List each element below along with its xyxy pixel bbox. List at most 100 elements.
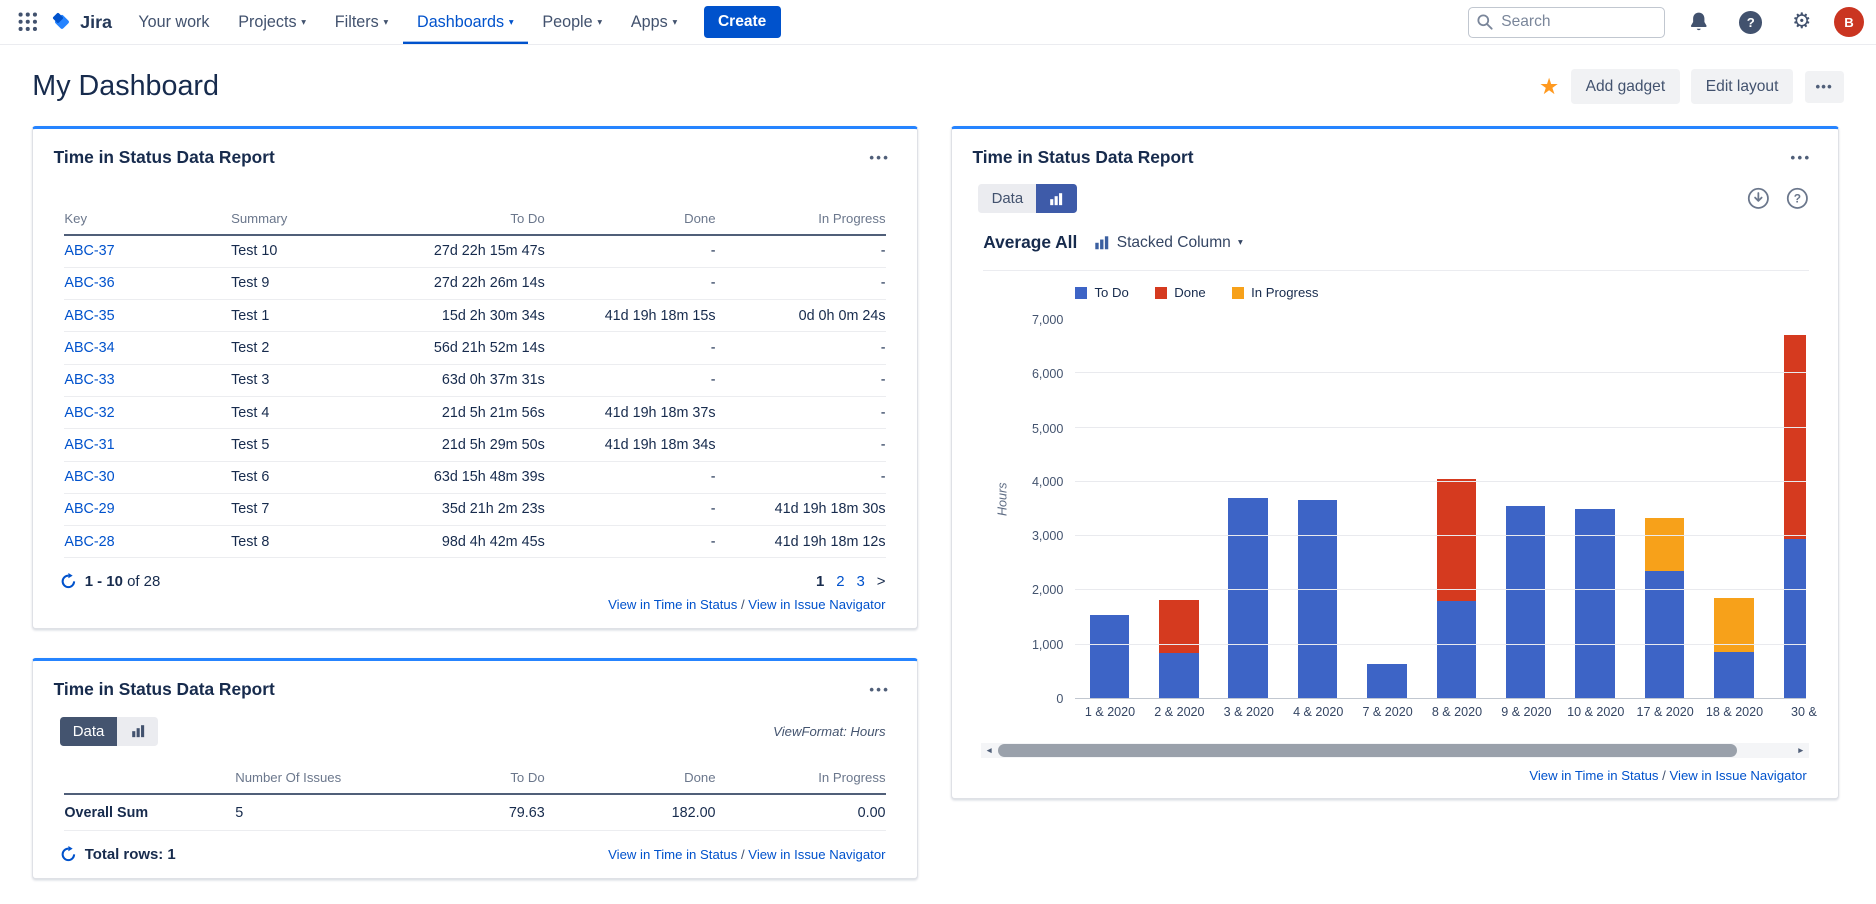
edit-layout-button[interactable]: Edit layout [1691,69,1792,104]
x-tick-label: 9 & 2020 [1492,705,1561,719]
range-of: of 28 [127,573,160,590]
favorite-star-icon[interactable]: ★ [1539,75,1559,98]
scrollbar-track[interactable] [998,743,1793,759]
bar-slot [1561,320,1630,699]
view-link-view-in-issue-navigator[interactable]: View in Issue Navigator [748,847,885,862]
issue-key-link[interactable]: ABC-34 [64,340,114,356]
nav-item-dashboards[interactable]: Dashboards▾ [403,0,528,44]
total-rows-label: Total rows: 1 [85,846,176,863]
app-switcher-icon[interactable] [10,0,46,44]
gadget-more-button[interactable]: ••• [865,680,896,700]
notifications-icon[interactable] [1681,11,1717,33]
issue-key-link[interactable]: ABC-32 [64,405,114,421]
bar-segment-done [1784,335,1807,538]
issue-key-link[interactable]: ABC-30 [64,469,114,485]
link-separator: / [737,597,748,612]
chart-help-icon[interactable]: ? [1786,187,1809,210]
issue-key-link[interactable]: ABC-37 [64,243,114,259]
y-tick-label: 7,000 [1032,313,1063,327]
bar-segment-to-do [1159,653,1198,698]
cell-to-do: 21d 5h 21m 56s [387,396,545,428]
scroll-left-arrow[interactable]: ◄ [981,743,998,759]
gadget-title: Time in Status Data Report [54,147,275,168]
col-in-progress: In Progress [716,203,886,235]
issue-summary: Test 10 [231,235,387,267]
sum-done: 182.00 [545,794,716,831]
data-view-button[interactable]: Data [60,717,118,746]
nav-item-your-work[interactable]: Your work [124,0,224,44]
gadget-sum-report: Time in Status Data Report ••• Data View… [32,658,917,879]
create-button[interactable]: Create [704,6,781,38]
bar-segment-to-do [1714,652,1753,699]
chart-view-button[interactable] [1036,184,1077,213]
col-summary: Summary [231,203,387,235]
gridline [1075,698,1806,699]
issue-key-link[interactable]: ABC-36 [64,275,114,291]
issue-key-cell: ABC-37 [64,235,231,267]
search-input[interactable] [1468,7,1665,38]
bar-1-2020 [1090,615,1129,699]
chevron-down-icon: ▾ [301,17,306,28]
gridline [1075,427,1806,428]
col-number-of-issues: Number Of Issues [235,763,399,795]
chart-view-button[interactable] [117,717,158,746]
issue-key-link[interactable]: ABC-33 [64,372,114,388]
issue-key-link[interactable]: ABC-29 [64,501,114,517]
y-tick-label: 4,000 [1032,475,1063,489]
refresh-icon[interactable] [60,573,77,590]
data-view-button[interactable]: Data [978,184,1036,213]
cell-to-do: 15d 2h 30m 34s [387,300,545,332]
logo-text: Jira [80,12,112,33]
scroll-right-arrow[interactable]: ► [1792,743,1809,759]
issue-row: ABC-29Test 735d 21h 2m 23s-41d 19h 18m 3… [64,493,885,525]
bar-7-2020 [1367,664,1406,699]
chart-type-dropdown[interactable]: Stacked Column ▾ [1094,234,1243,252]
search-icon [1476,13,1494,37]
issue-key-link[interactable]: ABC-35 [64,308,114,324]
cell-in-progress: - [716,461,886,493]
nav-item-projects[interactable]: Projects▾ [224,0,321,44]
page-link-3[interactable]: 3 [857,573,865,590]
jira-logo[interactable]: Jira [45,0,124,44]
view-toggle: Data [60,717,159,746]
y-tick-label: 2,000 [1032,583,1063,597]
view-link-view-in-issue-navigator[interactable]: View in Issue Navigator [1669,768,1806,783]
view-link-view-in-time-in-status[interactable]: View in Time in Status [608,597,737,612]
pagination-range: 1 - 10 of 28 [85,573,161,590]
chart-horizontal-scrollbar: ◄ ► [981,743,1809,759]
col-done: Done [545,203,716,235]
cell-to-do: 21d 5h 29m 50s [387,429,545,461]
download-icon[interactable] [1747,187,1770,210]
view-link-view-in-issue-navigator[interactable]: View in Issue Navigator [748,597,885,612]
issue-key-cell: ABC-31 [64,429,231,461]
gadget-more-button[interactable]: ••• [865,147,896,167]
next-page-button[interactable]: > [877,573,886,590]
dashboard-more-button[interactable]: ••• [1805,71,1844,103]
issue-key-link[interactable]: ABC-31 [64,437,114,453]
bar-4-2020 [1298,500,1337,699]
gadget-issues-report: Time in Status Data Report ••• Key Summa… [32,126,917,629]
nav-item-apps[interactable]: Apps▾ [617,0,692,44]
issue-key-cell: ABC-36 [64,267,231,299]
bar-slot [1422,320,1491,699]
bar-segment-to-do [1298,500,1337,699]
svg-text:?: ? [1794,192,1801,206]
page-link-1[interactable]: 1 [816,573,824,590]
sum-to-do: 79.63 [399,794,544,831]
col-in-progress: In Progress [716,763,886,795]
help-icon[interactable]: ? [1732,11,1769,34]
user-avatar[interactable]: B [1834,7,1864,37]
nav-item-people[interactable]: People▾ [528,0,617,44]
scrollbar-thumb[interactable] [998,744,1737,757]
settings-gear-icon[interactable]: ⚙ [1785,11,1819,33]
page-link-2[interactable]: 2 [836,573,844,590]
view-link-view-in-time-in-status[interactable]: View in Time in Status [608,847,737,862]
refresh-icon[interactable] [60,846,77,863]
view-link-view-in-time-in-status[interactable]: View in Time in Status [1529,768,1658,783]
bar-17-2020 [1645,518,1684,699]
nav-item-filters[interactable]: Filters▾ [320,0,402,44]
gadget-more-button[interactable]: ••• [1786,147,1817,167]
add-gadget-button[interactable]: Add gadget [1571,69,1679,104]
issue-key-link[interactable]: ABC-28 [64,534,114,550]
stacked-column-chart: To DoDoneIn Progress Hours 01,0002,0003,… [983,270,1809,719]
